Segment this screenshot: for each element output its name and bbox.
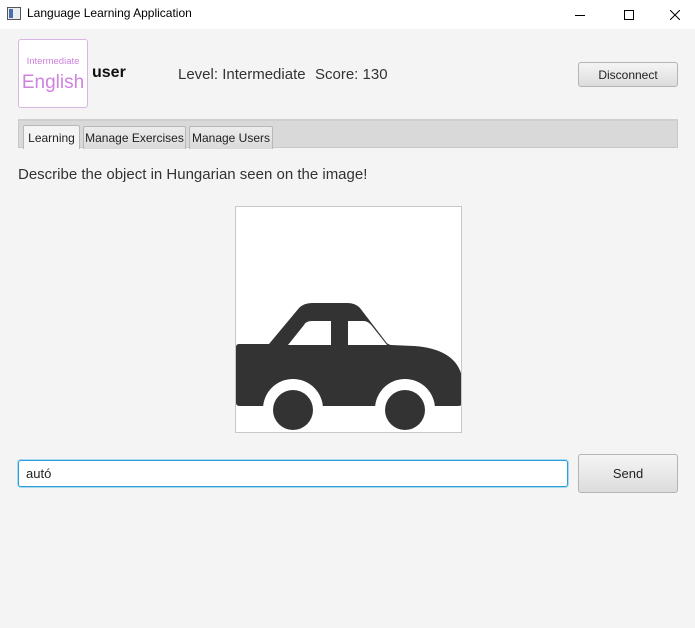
answer-input[interactable]	[18, 460, 568, 487]
maximize-icon	[624, 9, 634, 20]
window-title: Language Learning Application	[27, 6, 192, 20]
minimize-button[interactable]	[557, 0, 603, 29]
course-logo: Intermediate English	[18, 39, 88, 108]
logo-level-text: Intermediate	[26, 56, 80, 67]
exercise-image	[235, 206, 462, 433]
maximize-button[interactable]	[606, 0, 652, 29]
title-bar: Language Learning Application	[0, 0, 695, 29]
disconnect-button[interactable]: Disconnect	[578, 62, 678, 87]
minimize-icon	[575, 14, 585, 16]
username-label: user	[92, 64, 126, 81]
close-button[interactable]	[652, 0, 695, 29]
tab-bar: Learning Manage Exercises Manage Users	[18, 119, 678, 149]
car-icon	[236, 303, 461, 432]
tab-manage-exercises[interactable]: Manage Exercises	[83, 126, 186, 149]
tab-learning[interactable]: Learning	[23, 125, 80, 149]
close-icon	[670, 9, 680, 20]
app-icon	[7, 7, 21, 20]
logo-language-text: English	[21, 72, 85, 93]
exercise-prompt: Describe the object in Hungarian seen on…	[18, 166, 368, 183]
score-label: Score: 130	[315, 66, 388, 83]
tab-manage-users[interactable]: Manage Users	[189, 126, 273, 149]
level-label: Level: Intermediate	[178, 66, 306, 83]
send-button[interactable]: Send	[578, 454, 678, 493]
